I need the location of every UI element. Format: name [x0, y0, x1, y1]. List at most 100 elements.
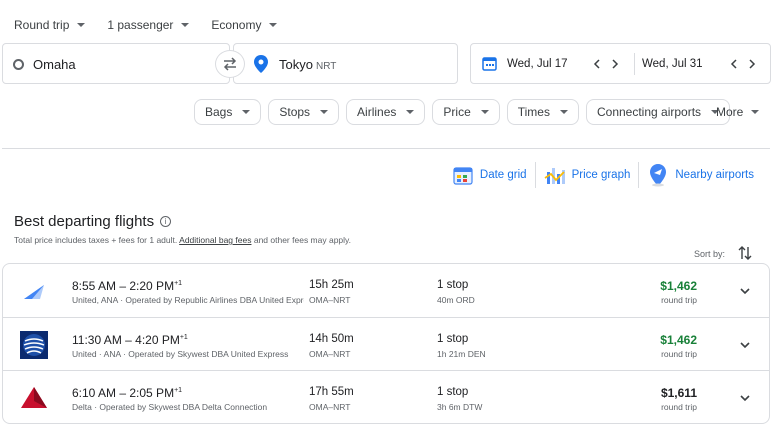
flight-route: OMA–NRT	[309, 349, 351, 359]
bag-fees-link[interactable]: Additional bag fees	[179, 235, 251, 245]
date-grid-button[interactable]: Date grid	[444, 162, 535, 188]
caret-down-icon	[269, 23, 278, 27]
trip-type-select[interactable]: Round trip	[14, 17, 86, 33]
cabin-label: Economy	[211, 18, 262, 32]
destination-value: Tokyo NRT	[279, 57, 336, 72]
divider	[2, 148, 770, 149]
search-options: Round trip 1 passenger Economy	[14, 17, 299, 33]
swap-button[interactable]	[215, 50, 245, 78]
destination-field[interactable]: Tokyo NRT	[233, 43, 458, 84]
more-filters-button[interactable]: More	[716, 105, 760, 119]
caret-down-icon	[480, 110, 489, 114]
filter-label: Bags	[205, 105, 233, 119]
destination-city: Tokyo	[279, 57, 313, 72]
filter-airlines[interactable]: Airlines	[346, 99, 426, 125]
chevron-down-icon[interactable]	[739, 286, 751, 296]
flight-time-text: 8:55 AM – 2:20 PM	[72, 279, 175, 293]
price-type: round trip	[661, 402, 697, 412]
origin-field[interactable]: Omaha	[2, 43, 230, 84]
price-graph-icon	[544, 168, 565, 184]
flight-time-text: 6:10 AM – 2:05 PM	[72, 386, 175, 400]
filter-price[interactable]: Price	[432, 99, 500, 125]
nearby-airports-label: Nearby airports	[675, 169, 754, 181]
sort-icon[interactable]	[738, 245, 752, 261]
flight-row[interactable]: 8:55 AM – 2:20 PM+1 United, ANA · Operat…	[3, 264, 769, 317]
caret-down-icon	[751, 110, 760, 114]
results-title: Best departing flights i	[14, 213, 172, 230]
price-note: Total price includes taxes + fees for 1 …	[14, 235, 351, 245]
sort-by-label: Sort by:	[694, 249, 726, 259]
flight-duration: 17h 55m	[309, 386, 354, 398]
flight-row[interactable]: 6:10 AM – 2:05 PM+1 Delta · Operated by …	[3, 370, 769, 423]
airline-info: United · ANA · Operated by Skywest DBA U…	[72, 349, 289, 359]
caret-down-icon	[406, 110, 415, 114]
date-divider	[634, 53, 635, 75]
flight-price: $1,611	[660, 386, 697, 400]
swap-icon	[223, 57, 237, 71]
more-label: More	[716, 105, 744, 119]
passenger-select[interactable]: 1 passenger	[107, 17, 190, 33]
filter-label: Connecting airports	[596, 105, 702, 119]
chevron-left-icon[interactable]	[591, 58, 603, 70]
nearby-airports-icon	[650, 164, 667, 187]
price-graph-button[interactable]: Price graph	[536, 162, 639, 188]
origin-circle-icon	[13, 59, 24, 70]
depart-date[interactable]: Wed, Jul 17	[507, 58, 568, 70]
caret-down-icon	[242, 110, 251, 114]
date-grid-icon	[453, 167, 473, 185]
destination-code: NRT	[315, 61, 337, 72]
caret-down-icon	[181, 23, 190, 27]
chevron-down-icon[interactable]	[739, 340, 751, 350]
filter-times[interactable]: Times	[506, 99, 579, 125]
passenger-label: 1 passenger	[107, 18, 174, 32]
price-type: round trip	[661, 295, 697, 305]
delta-logo-icon	[21, 387, 47, 408]
flight-layover: 1h 21m DEN	[437, 349, 486, 359]
filter-label: Price	[443, 105, 471, 119]
date-field[interactable]: Wed, Jul 17 Wed, Jul 31	[470, 43, 771, 84]
airline-info: United, ANA · Operated by Republic Airli…	[72, 295, 304, 305]
location-pin-icon	[254, 55, 268, 73]
chevron-left-icon[interactable]	[728, 58, 740, 70]
flight-stops: 1 stop	[437, 386, 469, 398]
price-graph-label: Price graph	[571, 169, 631, 181]
flight-layover: 3h 6m DTW	[437, 402, 483, 412]
caret-down-icon	[77, 23, 86, 27]
filter-label: Airlines	[357, 105, 397, 119]
flight-price: $1,462	[660, 333, 697, 347]
chevron-down-icon[interactable]	[739, 393, 751, 403]
calendar-icon	[482, 57, 497, 71]
united-ana-logo-icon	[24, 285, 44, 299]
flight-price: $1,462	[660, 279, 697, 293]
flight-route: OMA–NRT	[309, 402, 351, 412]
return-date[interactable]: Wed, Jul 31	[642, 58, 703, 70]
plus-days: +1	[174, 387, 183, 394]
filter-bags[interactable]: Bags	[194, 99, 262, 125]
flight-time: 6:10 AM – 2:05 PM+1	[72, 386, 182, 400]
info-icon[interactable]: i	[160, 216, 172, 227]
cabin-select[interactable]: Economy	[211, 17, 278, 33]
filter-label: Stops	[279, 105, 311, 119]
united-globe-logo-icon	[20, 331, 48, 359]
flight-time: 8:55 AM – 2:20 PM+1	[72, 279, 182, 293]
caret-down-icon	[320, 110, 329, 114]
filter-connecting-airports[interactable]: Connecting airports	[585, 99, 731, 125]
flight-list: 8:55 AM – 2:20 PM+1 United, ANA · Operat…	[2, 263, 770, 424]
flight-stops: 1 stop	[437, 333, 469, 345]
nearby-airports-button[interactable]: Nearby airports	[639, 162, 762, 188]
chevron-right-icon[interactable]	[609, 58, 621, 70]
price-note-tail: and other fees may apply.	[253, 235, 352, 245]
price-type: round trip	[661, 349, 697, 359]
chevron-right-icon[interactable]	[746, 58, 758, 70]
flight-row[interactable]: 11:30 AM – 4:20 PM+1 United · ANA · Oper…	[3, 317, 769, 370]
plus-days: +1	[179, 334, 188, 341]
filter-stops[interactable]: Stops	[268, 99, 340, 125]
flight-time: 11:30 AM – 4:20 PM+1	[72, 333, 188, 347]
flight-route: OMA–NRT	[309, 295, 351, 305]
caret-down-icon	[559, 110, 568, 114]
filter-bar: Bags Stops Airlines Price Times Connecti…	[194, 99, 731, 125]
flight-duration: 14h 50m	[309, 333, 354, 345]
price-note-text: Total price includes taxes + fees for 1 …	[14, 235, 178, 245]
plus-days: +1	[174, 280, 183, 287]
flight-time-text: 11:30 AM – 4:20 PM	[72, 333, 180, 347]
